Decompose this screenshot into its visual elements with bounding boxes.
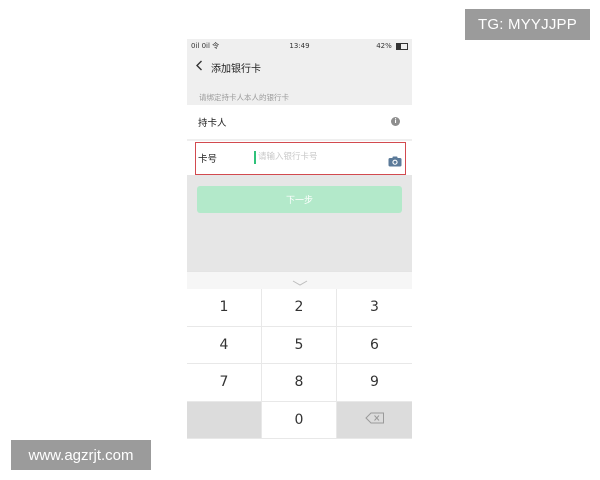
key-0[interactable]: 0 <box>262 401 337 439</box>
key-9[interactable]: 9 <box>337 364 412 402</box>
camera-icon[interactable] <box>388 152 402 167</box>
card-number-input[interactable] <box>258 149 378 165</box>
tg-watermark: TG: MYYJJPP <box>465 9 590 40</box>
key-7[interactable]: 7 <box>187 364 262 402</box>
page-title: 添加银行卡 <box>211 63 261 75</box>
key-8[interactable]: 8 <box>262 364 337 402</box>
cardholder-row: 持卡人 i <box>187 105 412 139</box>
key-2[interactable]: 2 <box>262 289 337 327</box>
keyboard-collapse-handle[interactable] <box>187 271 412 289</box>
status-time: 13:49 <box>289 42 310 50</box>
site-watermark: www.agzrjt.com <box>11 440 151 470</box>
key-5[interactable]: 5 <box>262 326 337 364</box>
key-4[interactable]: 4 <box>187 326 262 364</box>
nav-bar: 添加银行卡 <box>187 53 412 81</box>
key-blank <box>187 401 262 439</box>
key-1[interactable]: 1 <box>187 289 262 327</box>
cardholder-label: 持卡人 <box>198 118 227 129</box>
key-6[interactable]: 6 <box>337 326 412 364</box>
backspace-key[interactable] <box>337 401 412 439</box>
next-step-button[interactable]: 下一步 <box>197 186 402 213</box>
info-icon[interactable]: i <box>391 117 400 126</box>
numeric-keypad: 1 2 3 4 5 6 7 8 9 0 <box>187 289 412 439</box>
bind-hint: 请绑定持卡人本人的银行卡 <box>199 93 289 102</box>
back-arrow-icon[interactable] <box>195 60 205 75</box>
backspace-icon <box>364 412 385 428</box>
chevron-down-icon <box>292 271 308 290</box>
key-3[interactable]: 3 <box>337 289 412 327</box>
phone-screen: 0il 0il 令 13:49 42% 添加银行卡 请绑定持卡人本人的银行卡 持… <box>187 39 412 439</box>
status-bar: 0il 0il 令 13:49 42% <box>187 39 412 53</box>
battery-icon <box>396 42 408 50</box>
text-cursor <box>254 151 256 164</box>
